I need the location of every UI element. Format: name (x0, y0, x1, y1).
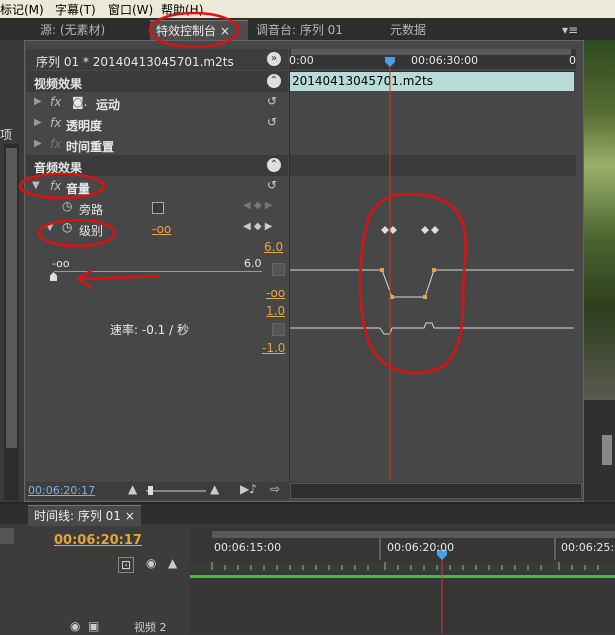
timeline-ruler-overlay (190, 531, 615, 633)
timeline-zoom-bar (212, 531, 615, 538)
timeline-ruler-label: 00:06:25:0 (561, 541, 615, 554)
timeline-ruler-label: 00:06:20:00 (387, 541, 455, 554)
timeline-ruler-label: 00:06:15:00 (214, 541, 282, 554)
work-area-bar (190, 575, 615, 578)
